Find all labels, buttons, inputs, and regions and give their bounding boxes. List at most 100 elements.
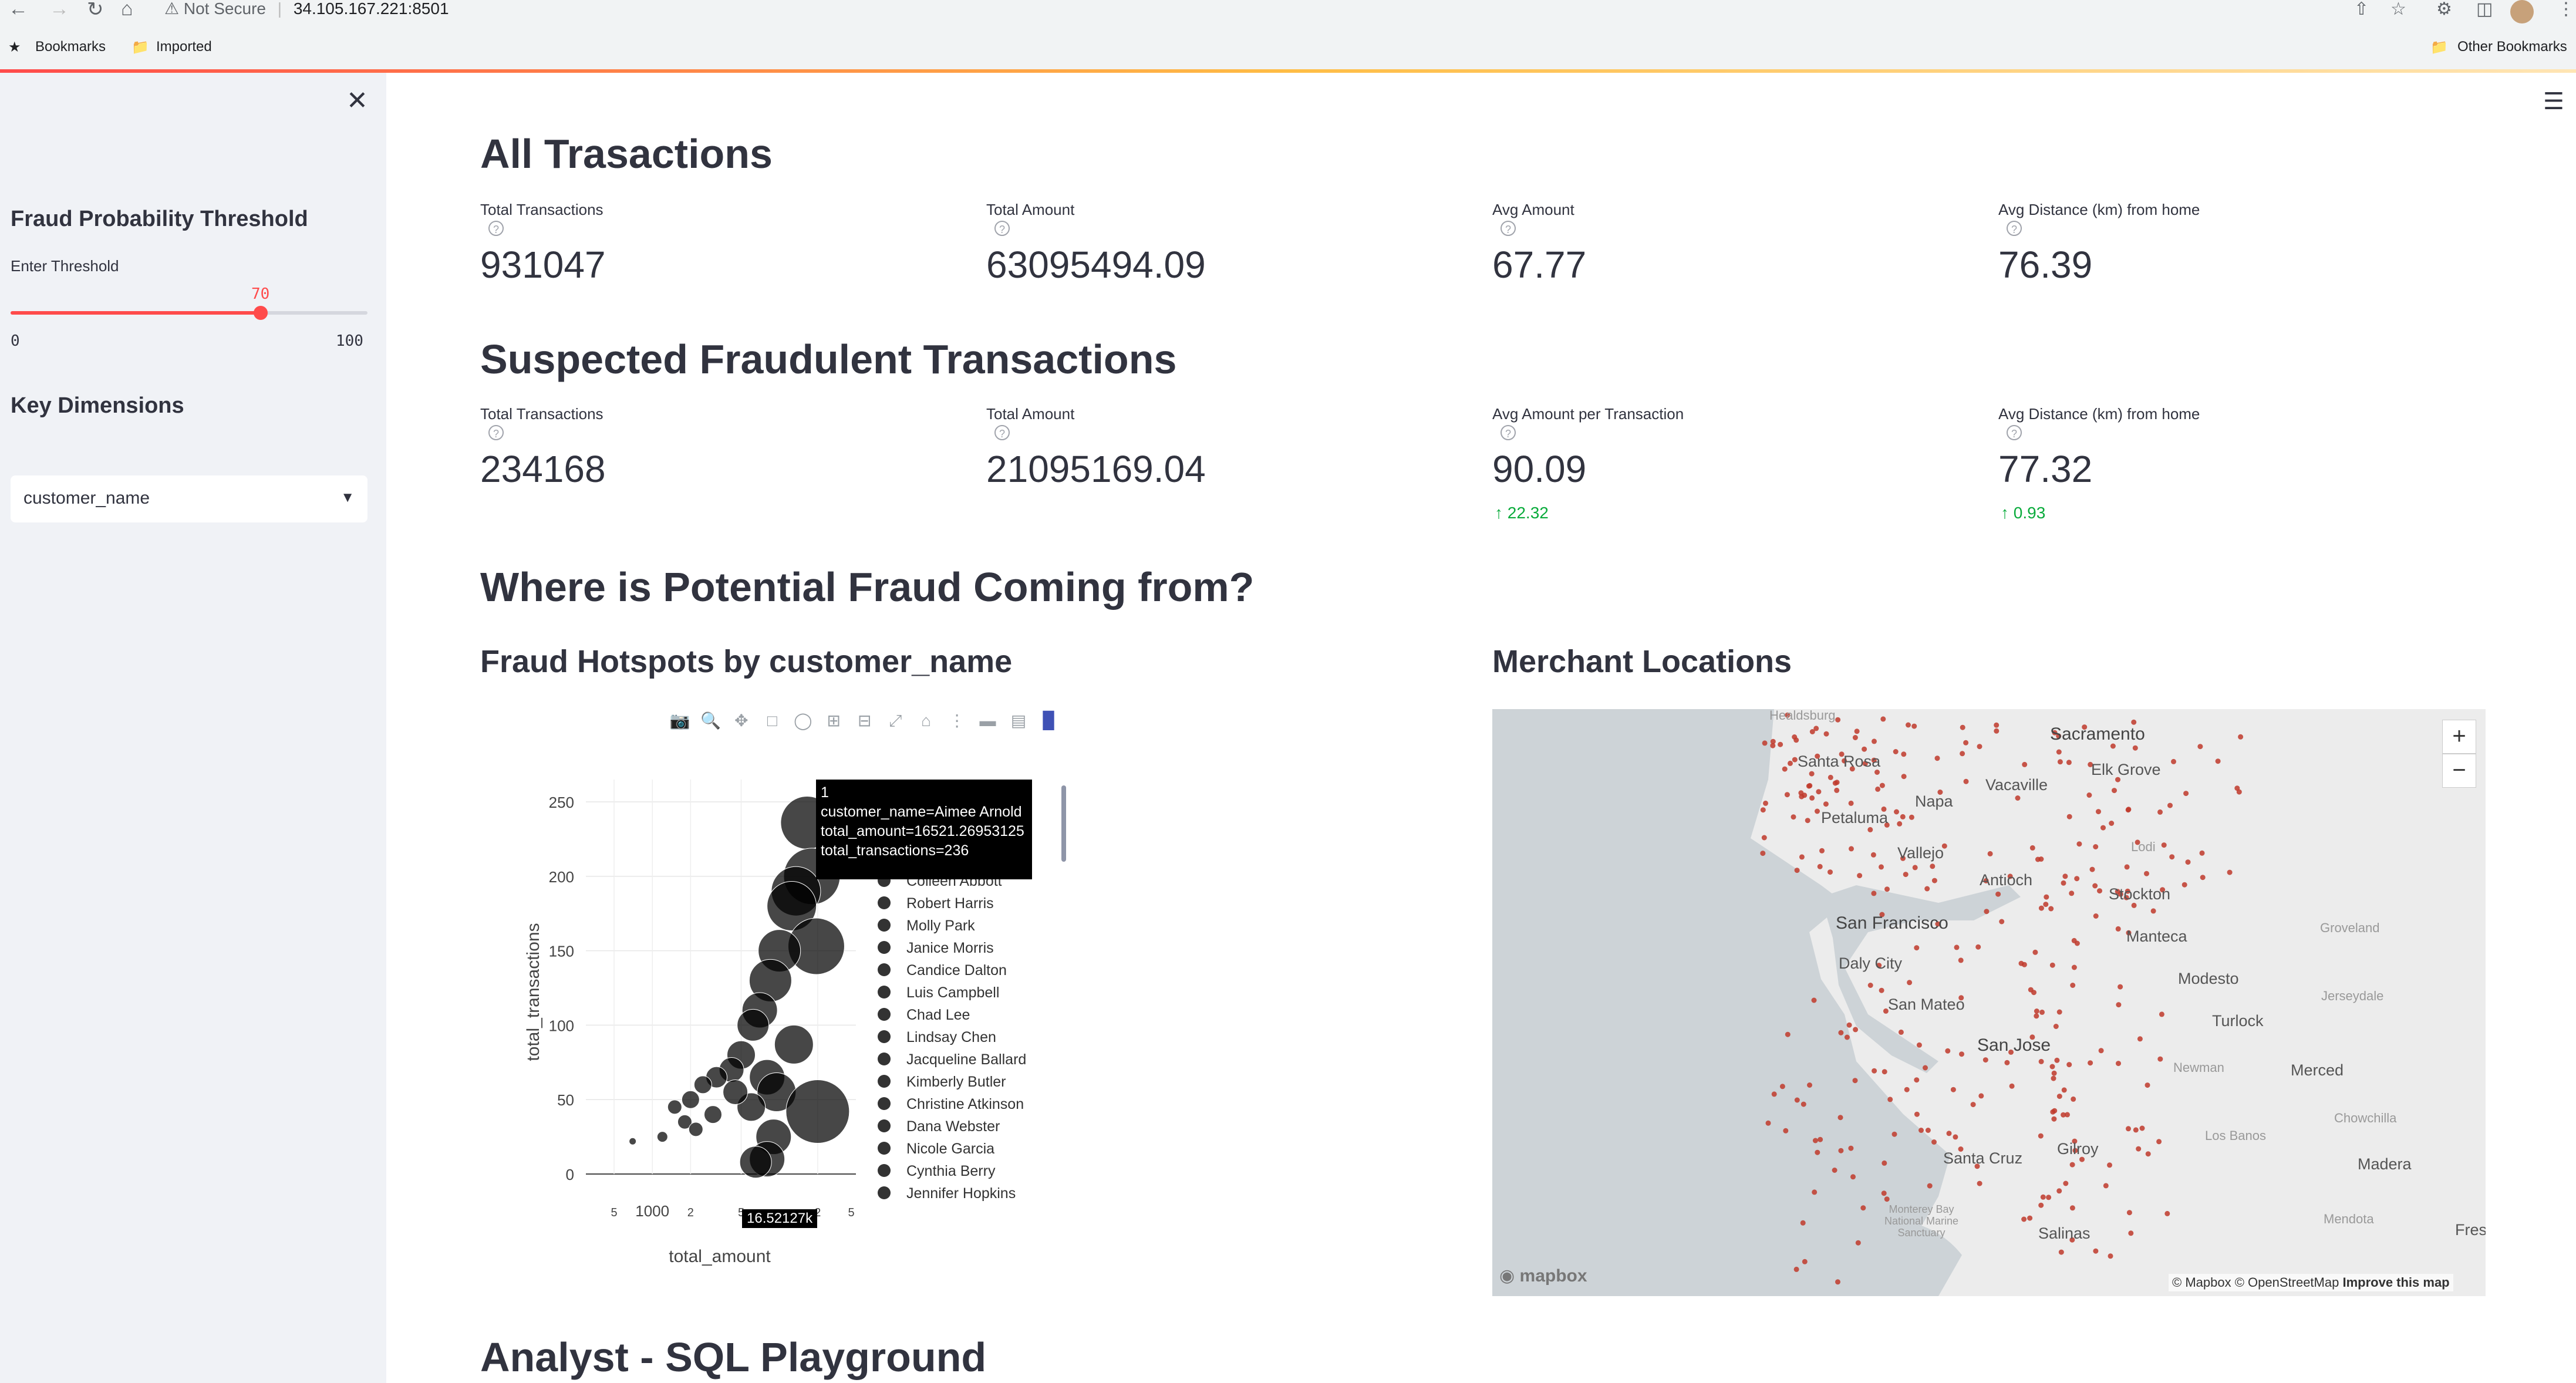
merchant-dot[interactable]	[2032, 949, 2038, 955]
merchant-dot[interactable]	[1828, 869, 1833, 875]
merchant-dot[interactable]	[2049, 1064, 2055, 1070]
legend-marker[interactable]	[878, 919, 891, 932]
merchant-dot[interactable]	[2116, 1002, 2122, 1008]
merchant-dot[interactable]	[1978, 1093, 1984, 1099]
extensions-icon[interactable]: ⚙	[2436, 0, 2452, 19]
merchant-dot[interactable]	[2021, 1216, 2027, 1222]
merchant-dot[interactable]	[1931, 878, 1937, 883]
pan-icon[interactable]: ✥	[731, 710, 752, 731]
merchant-dot[interactable]	[1901, 751, 1907, 757]
merchant-dot[interactable]	[1785, 1031, 1791, 1037]
merchant-dot[interactable]	[2088, 1060, 2093, 1066]
merchant-dot[interactable]	[2069, 1162, 2075, 1168]
merchant-map[interactable]: Healdsburg Sacramento Santa Rosa Elk Gro…	[1492, 709, 2486, 1296]
merchant-dot[interactable]	[2015, 795, 2021, 801]
merchant-dot[interactable]	[2161, 842, 2167, 848]
legend-item[interactable]: Chad Lee	[906, 1007, 970, 1023]
merchant-dot[interactable]	[1805, 818, 1810, 824]
merchant-dot[interactable]	[1994, 722, 2000, 728]
bookmark-bookmarks[interactable]: Bookmarks	[35, 39, 106, 55]
merchant-dot[interactable]	[2049, 962, 2055, 968]
autoscale-icon[interactable]: ⤢	[885, 710, 906, 731]
merchant-dot[interactable]	[2137, 1036, 2143, 1042]
bubble-point[interactable]	[737, 1008, 770, 1041]
merchant-dot[interactable]	[1855, 1240, 1861, 1246]
merchant-dot[interactable]	[1867, 827, 1873, 832]
legend-item[interactable]: Cynthia Berry	[906, 1163, 996, 1179]
merchant-dot[interactable]	[1912, 865, 1918, 871]
merchant-dot[interactable]	[2171, 758, 2176, 764]
merchant-dot[interactable]	[2009, 1083, 2015, 1089]
merchant-dot[interactable]	[1963, 740, 1969, 746]
merchant-dot[interactable]	[2116, 1061, 2121, 1067]
merchant-dot[interactable]	[2139, 1125, 2145, 1131]
merchant-dot[interactable]	[1857, 873, 1863, 879]
merchant-dot[interactable]	[2109, 821, 2115, 826]
legend-marker[interactable]	[878, 1053, 891, 1065]
merchant-dot[interactable]	[2046, 1195, 2052, 1200]
merchant-dot[interactable]	[1793, 737, 1799, 743]
merchant-dot[interactable]	[1815, 808, 1820, 814]
merchant-dot[interactable]	[2086, 792, 2092, 798]
merchant-dot[interactable]	[1927, 1183, 1933, 1189]
merchant-dot[interactable]	[2034, 1013, 2039, 1019]
merchant-dot[interactable]	[2200, 875, 2206, 881]
merchant-dot[interactable]	[1762, 740, 1768, 746]
bubble-point[interactable]	[667, 1099, 682, 1115]
map-zoom-in-button[interactable]: +	[2442, 720, 2476, 754]
merchant-dot[interactable]	[2112, 788, 2117, 794]
merchant-dot[interactable]	[2071, 1096, 2076, 1102]
merchant-dot[interactable]	[1879, 987, 1884, 993]
other-bookmarks[interactable]: Other Bookmarks	[2457, 39, 2567, 55]
star-icon[interactable]: ☆	[2390, 0, 2406, 19]
merchant-dot[interactable]	[1834, 780, 1840, 785]
improve-map-link[interactable]: Improve this map	[2342, 1275, 2449, 1290]
merchant-dot[interactable]	[2018, 960, 2024, 966]
zoom-out-icon[interactable]: ⊟	[854, 710, 875, 731]
legend-scrollbar[interactable]	[1061, 785, 1066, 862]
merchant-dot[interactable]	[2027, 1215, 2033, 1221]
help-icon[interactable]: ?	[2007, 221, 2022, 236]
merchant-dot[interactable]	[1760, 807, 1766, 813]
merchant-dot[interactable]	[1850, 1174, 1856, 1180]
merchant-dot[interactable]	[1924, 886, 1930, 892]
merchant-dot[interactable]	[1854, 728, 1860, 734]
merchant-dot[interactable]	[2070, 983, 2076, 988]
camera-icon[interactable]: 📷	[669, 710, 690, 731]
merchant-dot[interactable]	[2093, 844, 2099, 849]
merchant-dot[interactable]	[1835, 717, 1841, 723]
merchant-dot[interactable]	[1872, 1068, 1877, 1074]
merchant-dot[interactable]	[2103, 1183, 2109, 1189]
merchant-dot[interactable]	[1812, 1189, 1818, 1195]
merchant-dot[interactable]	[1852, 735, 1858, 740]
merchant-dot[interactable]	[1844, 1034, 1850, 1040]
merchant-dot[interactable]	[1881, 1190, 1887, 1196]
merchant-dot[interactable]	[2051, 1116, 2057, 1122]
help-icon[interactable]: ?	[488, 425, 504, 440]
merchant-dot[interactable]	[1832, 1168, 1837, 1173]
bubble-point[interactable]	[785, 1079, 850, 1143]
merchant-dot[interactable]	[2056, 1188, 2062, 1194]
legend-item[interactable]: Luis Campbell	[906, 984, 999, 1001]
back-icon[interactable]: ←	[8, 0, 28, 21]
merchant-dot[interactable]	[2034, 1008, 2039, 1014]
zoom-in-icon[interactable]: ⊞	[823, 710, 844, 731]
merchant-dot[interactable]	[2115, 926, 2121, 932]
merchant-dot[interactable]	[1884, 1196, 1890, 1202]
merchant-dot[interactable]	[1931, 1139, 1937, 1145]
merchant-dot[interactable]	[1823, 801, 1829, 807]
legend-marker[interactable]	[878, 896, 891, 909]
merchant-dot[interactable]	[1898, 1029, 1904, 1035]
merchant-dot[interactable]	[1894, 809, 1899, 815]
merchant-dot[interactable]	[1930, 863, 1936, 869]
merchant-dot[interactable]	[2028, 987, 2034, 993]
merchant-dot[interactable]	[1760, 851, 1766, 856]
merchant-dot[interactable]	[1800, 1220, 1806, 1226]
close-sidebar-icon[interactable]: ✕	[346, 88, 368, 114]
merchant-dot[interactable]	[2048, 906, 2054, 912]
help-icon[interactable]: ?	[1501, 425, 1516, 440]
merchant-dot[interactable]	[1763, 800, 1768, 806]
merchant-dot[interactable]	[2076, 841, 2082, 847]
merchant-dot[interactable]	[1882, 1160, 1887, 1166]
bookmark-imported[interactable]: Imported	[156, 39, 212, 55]
